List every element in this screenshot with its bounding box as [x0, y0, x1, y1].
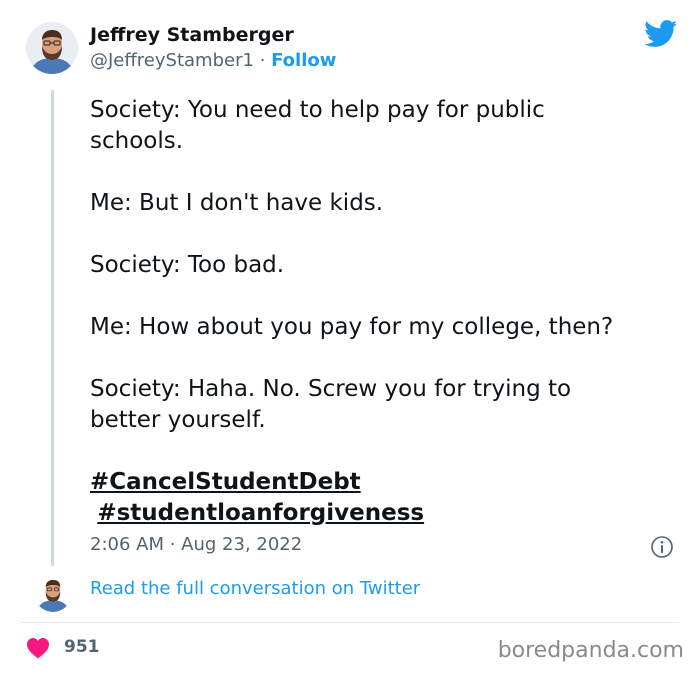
- like-count: 951: [64, 637, 100, 657]
- tweet-line: Society: Haha. No. Screw you for trying …: [90, 376, 572, 402]
- author-avatar[interactable]: [26, 22, 78, 74]
- handle-separator: ·: [253, 50, 272, 71]
- tweet-body: Society: You need to help pay for public…: [90, 95, 680, 529]
- tweet-card: Jeffrey Stamberger @JeffreyStamber1 · Fo…: [0, 0, 700, 675]
- thread-line: [51, 90, 54, 566]
- tweet-line: Me: But I don't have kids.: [90, 190, 384, 216]
- follow-button[interactable]: Follow: [271, 50, 336, 71]
- tweet-line: schools.: [90, 128, 184, 154]
- hashtag-student-loan-forgiveness[interactable]: #studentloanforgiveness: [97, 500, 424, 526]
- tweet-date: Aug 23, 2022: [181, 534, 303, 555]
- author-handle-row: @JeffreyStamber1 · Follow: [90, 50, 336, 71]
- author-handle[interactable]: @JeffreyStamber1: [90, 50, 254, 71]
- tweet-timestamp[interactable]: 2:06 AM · Aug 23, 2022: [90, 534, 302, 555]
- tweet-line: Society: You need to help pay for public: [90, 97, 545, 123]
- heart-icon[interactable]: [26, 637, 50, 659]
- info-icon[interactable]: [650, 535, 674, 559]
- tweet-line: Society: Too bad.: [90, 252, 285, 278]
- hashtag-cancel-student-debt[interactable]: #CancelStudentDebt: [90, 469, 361, 495]
- tweet-time: 2:06 AM: [90, 534, 164, 555]
- tweet-line: better yourself.: [90, 407, 266, 433]
- author-avatar-small[interactable]: [34, 574, 72, 612]
- tweet-line: Me: How about you pay for my college, th…: [90, 314, 614, 340]
- read-conversation-link[interactable]: Read the full conversation on Twitter: [90, 578, 420, 599]
- watermark: boredpanda.com: [497, 638, 684, 663]
- date-separator: ·: [164, 534, 182, 555]
- author-name[interactable]: Jeffrey Stamberger: [90, 24, 294, 46]
- twitter-bird-icon[interactable]: [644, 20, 678, 48]
- divider: [20, 622, 678, 623]
